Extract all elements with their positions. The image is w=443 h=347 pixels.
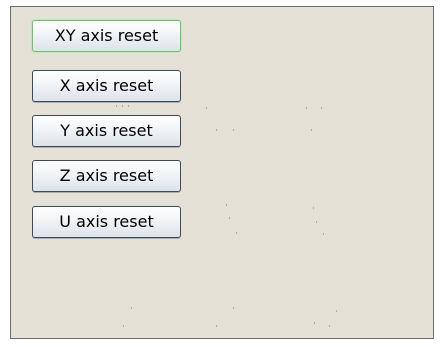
axis-reset-panel: XY axis reset X axis reset Y axis reset … [10, 6, 434, 339]
y-axis-reset-button[interactable]: Y axis reset [32, 115, 181, 147]
u-axis-reset-button[interactable]: U axis reset [32, 206, 181, 238]
x-axis-reset-button[interactable]: X axis reset [32, 70, 181, 102]
z-axis-reset-button[interactable]: Z axis reset [32, 160, 181, 192]
xy-axis-reset-button[interactable]: XY axis reset [32, 20, 181, 52]
